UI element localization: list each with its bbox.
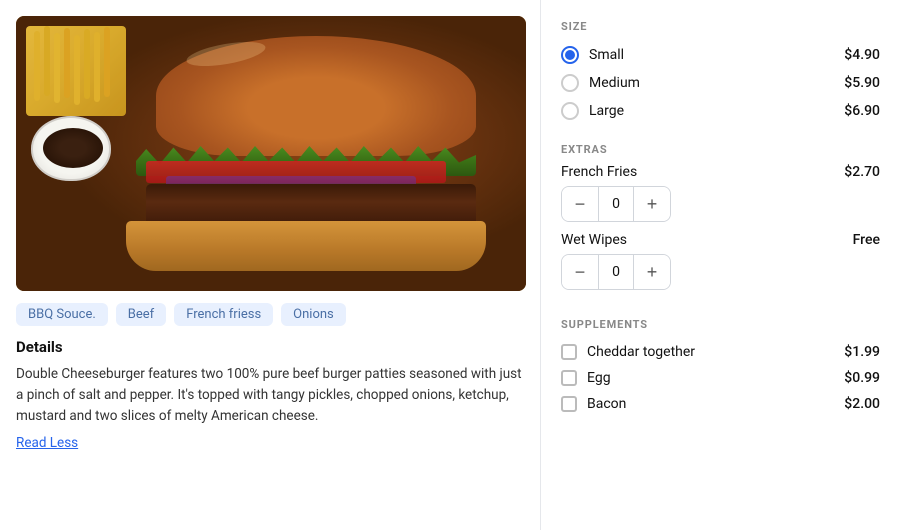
extras-section: EXTRAS French Fries $2.70 − 0 + Wet Wipe… (561, 139, 880, 300)
size-small-price: $4.90 (844, 47, 880, 63)
details-text: Double Cheeseburger features two 100% pu… (16, 364, 524, 427)
radio-large[interactable] (561, 102, 579, 120)
supplement-egg[interactable]: Egg $0.99 (561, 365, 880, 391)
extras-section-label: EXTRAS (561, 143, 880, 156)
radio-medium[interactable] (561, 74, 579, 92)
tag-beef: Beef (116, 303, 166, 326)
extra-wet-wipes-price: Free (853, 232, 880, 248)
size-section-label: SIZE (561, 20, 880, 33)
extra-wet-wipes-name: Wet Wipes (561, 232, 627, 248)
extra-french-fries: French Fries $2.70 − 0 + (561, 164, 880, 222)
wet-wipes-qty: 0 (598, 255, 634, 289)
details-title: Details (16, 338, 524, 356)
size-option-large[interactable]: Large $6.90 (561, 97, 880, 125)
tags-row: BBQ Souce. Beef French friess Onions (16, 303, 524, 326)
supplement-cheddar[interactable]: Cheddar together $1.99 (561, 339, 880, 365)
extra-wet-wipes: Wet Wipes Free − 0 + (561, 232, 880, 290)
supplement-bacon-name: Bacon (587, 396, 626, 412)
size-medium-label: Medium (589, 75, 640, 91)
supplements-section: SUPPLEMENTS Cheddar together $1.99 Egg $… (561, 314, 880, 417)
right-panel: SIZE Small $4.90 Medium $5.90 Large $6.9… (541, 0, 900, 530)
tag-onions: Onions (281, 303, 346, 326)
supplements-section-label: SUPPLEMENTS (561, 318, 880, 331)
wet-wipes-plus-btn[interactable]: + (634, 255, 670, 289)
french-fries-plus-btn[interactable]: + (634, 187, 670, 221)
wet-wipes-minus-btn[interactable]: − (562, 255, 598, 289)
supplement-egg-price: $0.99 (844, 370, 880, 386)
tag-bbq: BBQ Souce. (16, 303, 108, 326)
supplement-bacon-price: $2.00 (844, 396, 880, 412)
french-fries-minus-btn[interactable]: − (562, 187, 598, 221)
size-small-label: Small (589, 47, 624, 63)
fries-decoration (26, 26, 126, 116)
checkbox-bacon[interactable] (561, 396, 577, 412)
supplement-egg-name: Egg (587, 370, 611, 386)
wet-wipes-stepper: − 0 + (561, 254, 671, 290)
details-section: Details Double Cheeseburger features two… (16, 338, 524, 451)
extra-french-fries-price: $2.70 (844, 164, 880, 180)
supplement-bacon[interactable]: Bacon $2.00 (561, 391, 880, 417)
size-option-medium[interactable]: Medium $5.90 (561, 69, 880, 97)
extra-french-fries-name: French Fries (561, 164, 637, 180)
size-large-label: Large (589, 103, 624, 119)
supplement-cheddar-name: Cheddar together (587, 344, 695, 360)
size-option-small[interactable]: Small $4.90 (561, 41, 880, 69)
checkbox-egg[interactable] (561, 370, 577, 386)
burger-main-decoration (116, 36, 526, 291)
sauce-bowl-decoration (31, 116, 111, 181)
checkbox-cheddar[interactable] (561, 344, 577, 360)
read-less-link[interactable]: Read Less (16, 435, 524, 451)
burger-image (16, 16, 526, 291)
size-large-price: $6.90 (844, 103, 880, 119)
french-fries-stepper: − 0 + (561, 186, 671, 222)
size-medium-price: $5.90 (844, 75, 880, 91)
radio-small-inner (565, 50, 575, 60)
tag-fries: French friess (174, 303, 273, 326)
french-fries-qty: 0 (598, 187, 634, 221)
supplement-cheddar-price: $1.99 (844, 344, 880, 360)
radio-small[interactable] (561, 46, 579, 64)
left-panel: BBQ Souce. Beef French friess Onions Det… (0, 0, 540, 530)
